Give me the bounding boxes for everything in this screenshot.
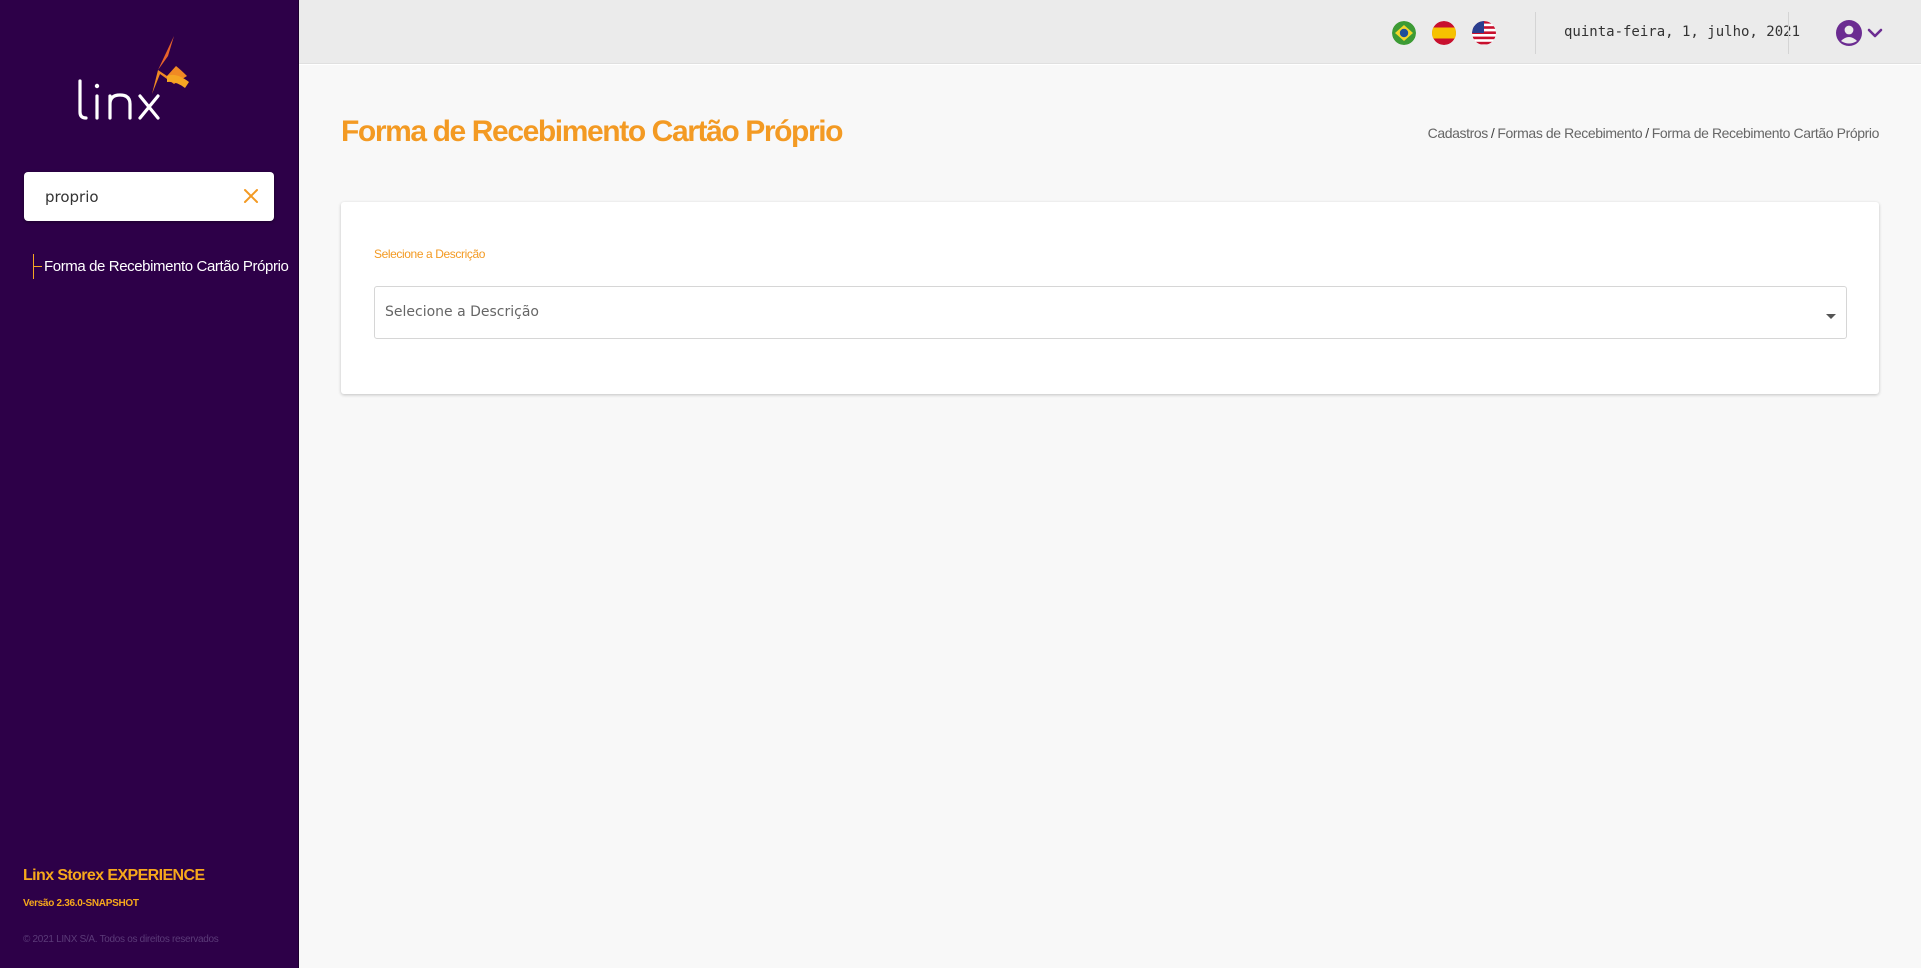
spain-flag-icon[interactable] bbox=[1432, 21, 1456, 45]
app-version: Versão 2.36.0-SNAPSHOT bbox=[23, 898, 139, 909]
breadcrumb-item-formas-de-recebimento[interactable]: Formas de Recebimento bbox=[1497, 125, 1642, 141]
form-card: Selecione a Descrição Selecione a Descri… bbox=[341, 202, 1879, 394]
topbar-divider bbox=[1535, 12, 1536, 54]
chevron-down-icon bbox=[1867, 28, 1883, 38]
brazil-flag-icon[interactable] bbox=[1392, 21, 1416, 45]
topbar-divider bbox=[1788, 12, 1789, 54]
menu-search-input[interactable] bbox=[45, 172, 235, 221]
current-date: quinta-feira, 1, julho, 2021 bbox=[1564, 24, 1801, 40]
description-select[interactable]: Selecione a Descrição bbox=[374, 286, 1847, 339]
breadcrumb-item-cadastros[interactable]: Cadastros bbox=[1428, 125, 1489, 141]
copyright-text: © 2021 LINX S/A. Todos os direitos reser… bbox=[23, 934, 219, 945]
menu-result-item[interactable]: Forma de Recebimento Cartão Próprio bbox=[33, 254, 289, 279]
breadcrumb-separator: / bbox=[1645, 125, 1649, 141]
description-select-placeholder: Selecione a Descrição bbox=[385, 304, 539, 320]
linx-logo[interactable] bbox=[68, 26, 228, 122]
main-content: Forma de Recebimento Cartão Próprio Cada… bbox=[299, 65, 1921, 968]
breadcrumb: Cadastros / Formas de Recebimento / Forma de… bbox=[1428, 125, 1880, 141]
clear-search-icon[interactable] bbox=[242, 187, 260, 205]
user-menu-button[interactable] bbox=[1835, 19, 1889, 47]
app-name: Linx Storex EXPERIENCE bbox=[23, 867, 205, 884]
description-field-label: Selecione a Descrição bbox=[374, 247, 485, 261]
page-title: Forma de Recebimento Cartão Próprio bbox=[341, 115, 844, 148]
breadcrumb-item-current: Forma de Recebimento Cartão Próprio bbox=[1651, 125, 1880, 141]
top-bar: quinta-feira, 1, julho, 2021 bbox=[299, 0, 1921, 64]
sidebar: Forma de Recebimento Cartão Próprio Linx… bbox=[0, 0, 299, 968]
usa-flag-icon[interactable] bbox=[1472, 21, 1496, 45]
menu-search-box bbox=[24, 172, 274, 221]
caret-down-icon bbox=[1826, 308, 1836, 319]
linx-logo-graphic bbox=[78, 36, 189, 120]
breadcrumb-separator: / bbox=[1490, 125, 1495, 141]
